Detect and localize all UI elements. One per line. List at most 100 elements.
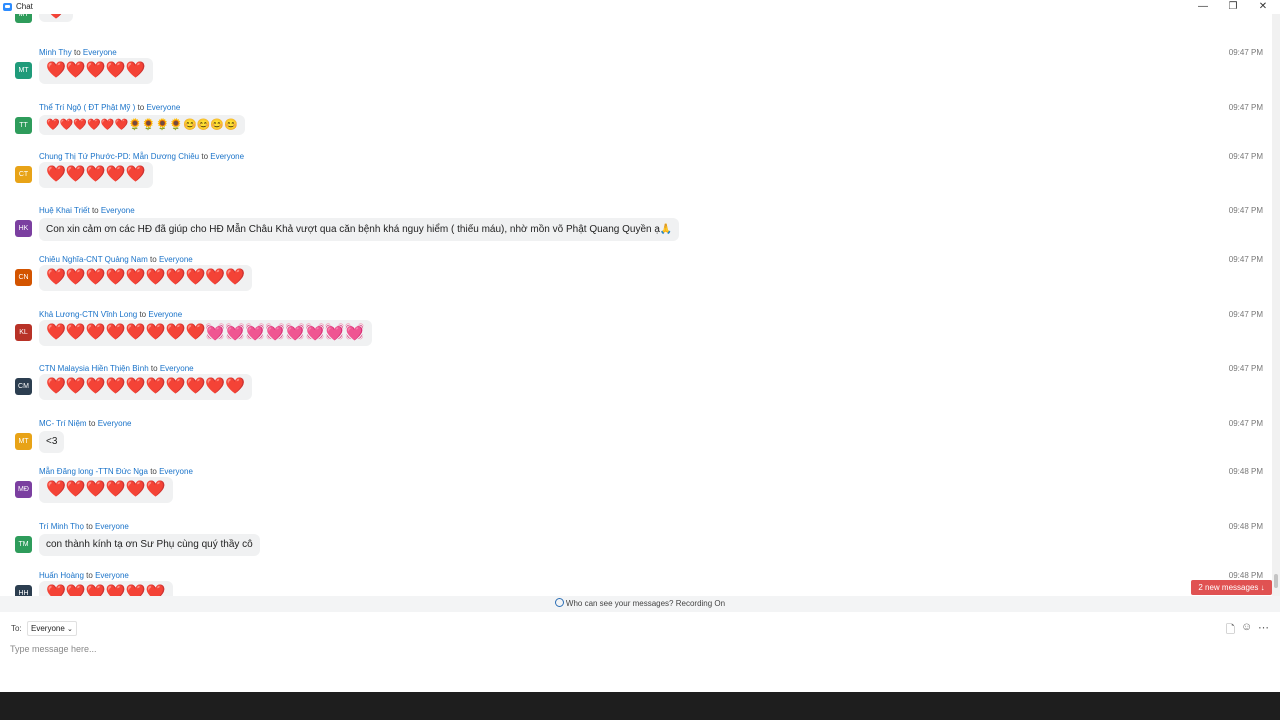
avatar: HH — [15, 585, 32, 596]
to-word: to — [86, 522, 93, 531]
message-header: Mẫn Đăng long -TTN Đức Nga to Everyone — [39, 467, 193, 476]
message-text: ❤️❤️❤️❤️❤️❤️❤️❤️❤️❤️ — [39, 374, 253, 400]
message-header: Chung Thị Tứ Phước-PD: Mẫn Dương Chiêu t… — [39, 152, 244, 161]
message-time: 09:48 PM — [1228, 571, 1263, 580]
sender-name[interactable]: Khả Lương-CTN Vĩnh Long — [39, 310, 137, 319]
sender-name[interactable]: CTN Malaysia Hiền Thiện Bình — [39, 364, 149, 373]
scrollbar-thumb[interactable] — [1274, 574, 1278, 588]
minimize-button[interactable]: — — [1188, 0, 1218, 14]
message-text: ❤️❤️❤️❤️❤️ — [39, 58, 153, 84]
message-text: ❤️❤️❤️❤️❤️ — [39, 162, 153, 188]
message-text: ❤️❤️❤️❤️❤️❤️❤️❤️💓💓💓💓💓💓💓💓 — [39, 320, 372, 346]
message-text: <3 — [39, 431, 65, 453]
window-title: Chat — [16, 2, 33, 11]
message-time: 09:47 PM — [1228, 364, 1263, 373]
to-word: to — [88, 419, 96, 428]
sender-name[interactable]: Thể Trí Ngộ ( ĐT Phật Mỹ ) — [39, 103, 135, 112]
sender-name[interactable]: Huệ Khai Triết — [39, 206, 90, 215]
sender-name[interactable]: Mẫn Đăng long -TTN Đức Nga — [39, 467, 148, 476]
recipient-name[interactable]: Everyone — [98, 419, 132, 428]
chat-app-icon — [3, 3, 12, 11]
message-time: 09:47 PM — [1228, 419, 1263, 428]
to-word: to — [139, 310, 147, 319]
title-bar: Chat — ❐ ✕ — [0, 0, 1280, 14]
sender-name[interactable]: Minh Thy — [39, 48, 72, 57]
avatar: TT — [15, 117, 32, 134]
avatar: CN — [15, 269, 32, 286]
recipient-name[interactable]: Everyone — [95, 522, 129, 531]
message-header: Chiêu Nghĩa-CNT Quảng Nam to Everyone — [39, 255, 193, 264]
close-button[interactable]: ✕ — [1248, 0, 1278, 14]
privacy-info-text[interactable]: Who can see your messages? Recording On — [566, 599, 725, 608]
message-time: 09:47 PM — [1228, 48, 1263, 57]
message-text: ❤️ — [39, 14, 73, 22]
avatar: CM — [15, 378, 32, 395]
recipient-select[interactable]: Everyone ⌄ — [27, 621, 77, 636]
sender-name[interactable]: MC- Trí Niệm — [39, 419, 87, 428]
message-header: Trí Minh Thọ to Everyone — [39, 522, 129, 531]
message-input[interactable] — [10, 642, 1210, 656]
recipient-name[interactable]: Everyone — [160, 364, 194, 373]
recipient-name[interactable]: Everyone — [83, 48, 117, 57]
recipient-name[interactable]: Everyone — [146, 103, 180, 112]
recipient-name[interactable]: Everyone — [210, 152, 244, 161]
avatar: KL — [15, 324, 32, 341]
message-list[interactable]: MT ❤️ MT Minh Thy to Everyone 09:47 PM ❤… — [0, 14, 1272, 596]
recipient-select-value: Everyone — [31, 624, 65, 633]
message-text: con thành kính tạ ơn Sư Phụ cùng quý thầ… — [39, 534, 260, 556]
message-text: ❤️❤️❤️❤️❤️❤️❤️❤️❤️❤️ — [39, 265, 253, 291]
bottom-dark-bar — [0, 692, 1280, 720]
to-word: to — [150, 467, 157, 476]
privacy-info-bar[interactable]: Who can see your messages? Recording On — [0, 596, 1280, 612]
person-eye-icon — [554, 598, 564, 607]
message-time: 09:47 PM — [1228, 152, 1263, 161]
to-word: to — [150, 364, 158, 373]
message-time: 09:47 PM — [1228, 206, 1263, 215]
message-header: Huấn Hoàng to Everyone — [39, 571, 129, 580]
avatar: HK — [15, 220, 32, 237]
avatar: TM — [15, 536, 32, 553]
sender-name[interactable]: Huấn Hoàng — [39, 571, 84, 580]
avatar: MT — [15, 433, 32, 450]
message-text: ❤️❤️❤️❤️❤️❤️ — [39, 581, 173, 596]
message-text: ❤️❤️❤️❤️❤️❤️ — [39, 477, 173, 503]
message-time: 09:47 PM — [1228, 255, 1263, 264]
recipient-name[interactable]: Everyone — [148, 310, 182, 319]
more-icon[interactable]: ⋯ — [1258, 621, 1269, 634]
message-time: 09:47 PM — [1228, 103, 1263, 112]
chevron-down-icon: ⌄ — [67, 626, 73, 633]
avatar: MT — [15, 62, 32, 79]
to-word: to — [201, 152, 209, 161]
to-word: to — [91, 206, 99, 215]
recipient-name[interactable]: Everyone — [159, 467, 193, 476]
sender-name[interactable]: Chung Thị Tứ Phước-PD: Mẫn Dương Chiêu — [39, 152, 199, 161]
to-word: to — [137, 103, 145, 112]
restore-button[interactable]: ❐ — [1218, 0, 1248, 14]
message-header: Khả Lương-CTN Vĩnh Long to Everyone — [39, 310, 182, 319]
message-header: CTN Malaysia Hiền Thiện Bình to Everyone — [39, 364, 194, 373]
recipient-name[interactable]: Everyone — [101, 206, 135, 215]
to-label: To: — [11, 624, 22, 633]
recipient-name[interactable]: Everyone — [159, 255, 193, 264]
message-header: Minh Thy to Everyone — [39, 48, 117, 57]
message-composer: To: Everyone ⌄ 🗋 ☺ ⋯ — [0, 612, 1280, 692]
avatar: MĐ — [15, 481, 32, 498]
message-text: ❤️❤️❤️❤️❤️❤️🌻🌻🌻🌻😊😊😊😊 — [39, 115, 245, 135]
emoji-icon[interactable]: ☺ — [1241, 621, 1252, 633]
avatar: MT — [15, 14, 32, 23]
message-time: 09:47 PM — [1228, 310, 1263, 319]
to-word: to — [74, 48, 81, 57]
message-scrollbar[interactable] — [1272, 14, 1280, 596]
sender-name[interactable]: Trí Minh Thọ — [39, 522, 84, 531]
file-icon[interactable]: 🗋 — [1226, 621, 1235, 640]
message-text: Con xin cảm ơn các HĐ đã giúp cho HĐ Mẫn… — [39, 218, 680, 241]
message-time: 09:48 PM — [1228, 467, 1263, 476]
message-header: Huệ Khai Triết to Everyone — [39, 206, 135, 215]
message-header: Thể Trí Ngộ ( ĐT Phật Mỹ ) to Everyone — [39, 103, 180, 112]
message-time: 09:48 PM — [1228, 522, 1263, 531]
sender-name[interactable]: Chiêu Nghĩa-CNT Quảng Nam — [39, 255, 148, 264]
new-messages-button[interactable]: 2 new messages ↓ — [1191, 580, 1272, 595]
to-word: to — [150, 255, 157, 264]
recipient-name[interactable]: Everyone — [95, 571, 129, 580]
to-word: to — [86, 571, 93, 580]
